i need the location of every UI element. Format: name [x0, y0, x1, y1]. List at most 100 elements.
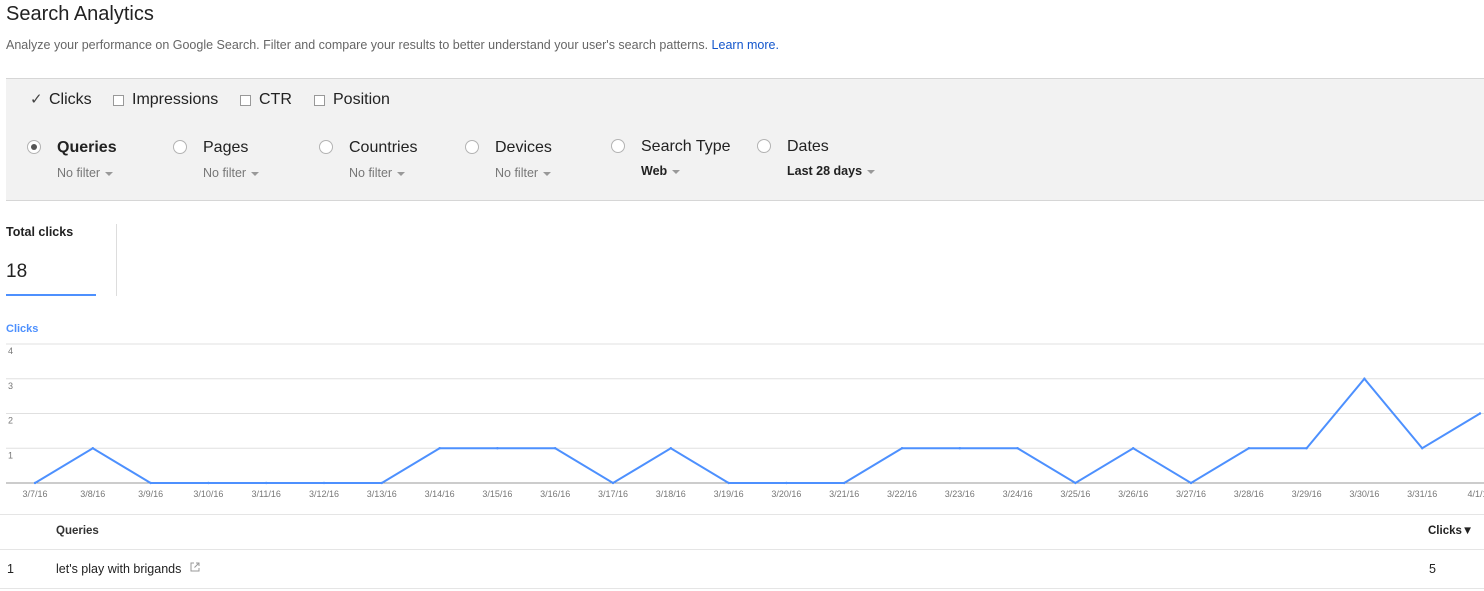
data-point — [1189, 481, 1193, 485]
metric-label: Position — [333, 91, 390, 108]
x-tick-label: 3/7/16 — [22, 489, 47, 499]
x-tick-label: 3/14/16 — [425, 489, 455, 499]
page-subtitle: Analyze your performance on Google Searc… — [6, 38, 779, 52]
x-tick-label: 3/23/16 — [945, 489, 975, 499]
metrics-bar: ✓ Clicks Impressions CTR Position — [6, 78, 1484, 122]
date-range-dropdown[interactable]: Last 28 days — [787, 164, 876, 178]
dimension-label: Queries — [57, 139, 117, 156]
data-point — [1421, 447, 1424, 450]
x-tick-label: 3/16/16 — [540, 489, 570, 499]
data-point — [207, 481, 210, 485]
caret-down-icon — [397, 171, 406, 176]
data-point — [1016, 447, 1019, 450]
data-point — [843, 481, 846, 485]
y-tick-label: 4 — [8, 346, 13, 356]
data-point — [1305, 447, 1308, 450]
x-tick-label: 3/22/16 — [887, 489, 917, 499]
x-tick-label: 3/30/16 — [1349, 489, 1379, 499]
series-line-clicks[interactable] — [34, 377, 1481, 485]
x-tick-label: 3/21/16 — [829, 489, 859, 499]
filter-dropdown[interactable]: No filter — [349, 166, 406, 180]
subtitle-text: Analyze your performance on Google Searc… — [6, 38, 709, 52]
learn-more-link[interactable]: Learn more. — [712, 38, 779, 52]
data-point — [265, 481, 268, 485]
data-point — [322, 481, 326, 485]
radio-icon[interactable] — [757, 139, 771, 153]
x-tick-label: 3/8/16 — [80, 489, 105, 499]
filter-dropdown[interactable]: No filter — [203, 166, 260, 180]
total-clicks-underline — [6, 294, 96, 296]
caret-down-icon — [105, 171, 114, 176]
y-tick-label: 3 — [8, 381, 13, 391]
table-row[interactable]: let's play with brigands — [56, 562, 200, 576]
x-tick-label: 3/29/16 — [1292, 489, 1322, 499]
table-header — [0, 514, 1484, 550]
radio-icon[interactable] — [611, 139, 625, 153]
metric-clicks[interactable]: ✓ Clicks — [30, 91, 92, 109]
checkbox-icon — [240, 94, 251, 106]
chart-y-label: Clicks — [6, 323, 39, 335]
row-number: 1 — [7, 562, 14, 576]
data-point — [900, 447, 904, 450]
column-header-queries[interactable]: Queries — [56, 525, 99, 537]
dimensions-panel: Queries No filter Pages No filter Countr… — [6, 121, 1484, 201]
row-divider — [0, 588, 1484, 589]
x-tick-label: 3/9/16 — [138, 489, 163, 499]
x-tick-label: 3/24/16 — [1003, 489, 1033, 499]
filter-dropdown[interactable]: No filter — [57, 166, 114, 180]
metric-impressions[interactable]: Impressions — [113, 91, 218, 109]
data-point — [1478, 412, 1482, 415]
query-text[interactable]: let's play with brigands — [56, 562, 181, 576]
x-tick-label: 3/17/16 — [598, 489, 628, 499]
page-title: Search Analytics — [6, 3, 154, 25]
y-tick-label: 1 — [8, 450, 13, 460]
metric-position[interactable]: Position — [314, 91, 390, 109]
data-point — [1132, 447, 1135, 450]
caret-down-icon — [543, 171, 552, 176]
data-point — [33, 481, 37, 485]
clicks-line-chart[interactable]: 1 2 3 4 3/7/16 3/8/16 3/9/16 3/10/16 3/11/16 3/12… — [0, 338, 1484, 504]
data-point — [91, 447, 95, 450]
radio-icon[interactable] — [465, 140, 479, 154]
x-tick-label: 3/26/16 — [1118, 489, 1148, 499]
dimension-label: Dates — [787, 138, 829, 155]
data-point — [1247, 447, 1251, 450]
summary-divider — [116, 224, 117, 296]
x-tick-label: 3/11/16 — [252, 489, 281, 499]
x-tick-label: 3/20/16 — [771, 489, 801, 499]
data-point — [785, 481, 788, 485]
radio-icon[interactable] — [319, 140, 333, 154]
total-clicks-value: 18 — [6, 261, 28, 282]
x-tick-label: 3/18/16 — [656, 489, 686, 499]
dimension-label: Countries — [349, 139, 418, 156]
y-tick-label: 2 — [8, 416, 13, 426]
external-link-icon[interactable] — [190, 562, 200, 572]
dimension-label: Search Type — [641, 138, 731, 155]
metric-label: CTR — [259, 91, 292, 108]
search-type-dropdown[interactable]: Web — [641, 164, 681, 178]
row-clicks-value: 5 — [1429, 562, 1436, 576]
column-header-clicks[interactable]: Clicks▼ — [1428, 525, 1473, 537]
metric-ctr[interactable]: CTR — [240, 91, 292, 109]
metric-label: Clicks — [49, 91, 92, 108]
checkbox-icon — [113, 94, 124, 106]
data-point — [611, 481, 615, 485]
data-point — [380, 481, 383, 485]
data-point — [1074, 481, 1077, 485]
radio-selected-icon[interactable] — [27, 140, 41, 154]
x-tick-label: 3/13/16 — [367, 489, 397, 499]
caret-down-icon — [251, 171, 260, 176]
radio-icon[interactable] — [173, 140, 187, 154]
data-point — [669, 447, 672, 450]
data-point — [496, 447, 499, 450]
x-tick-label: 3/27/16 — [1176, 489, 1206, 499]
x-tick-label: 3/31/16 — [1407, 489, 1437, 499]
caret-down-icon — [672, 169, 681, 174]
data-point — [438, 447, 441, 450]
dimension-label: Pages — [203, 139, 249, 156]
x-tick-label: 3/28/16 — [1234, 489, 1264, 499]
checkmark-icon: ✓ — [30, 91, 43, 108]
data-point — [958, 447, 961, 450]
x-tick-label: 4/1/16 — [1467, 489, 1484, 499]
filter-dropdown[interactable]: No filter — [495, 166, 552, 180]
